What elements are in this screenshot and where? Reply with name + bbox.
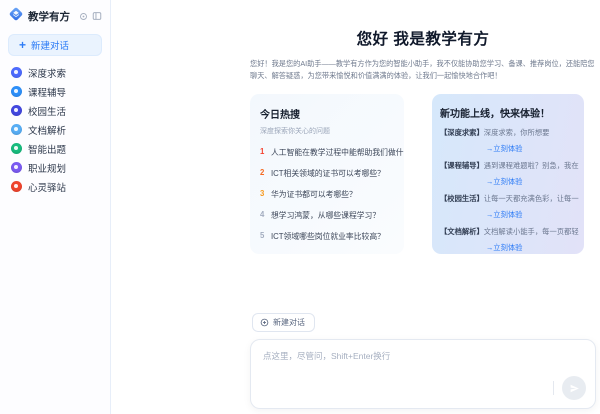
app-window: 教学有方 + 新建对话 深度求索 课程辅导 校园生活 文档解析 智能出题 职业规… <box>0 0 600 414</box>
sidebar-item-label: 智能出题 <box>28 144 67 156</box>
mind-station-icon <box>11 181 22 192</box>
chip-label: 新建对话 <box>273 318 305 327</box>
paper-plane-icon <box>570 384 579 392</box>
collapse-sidebar-icon[interactable] <box>92 11 102 21</box>
career-planning-icon <box>11 162 22 173</box>
sidebar-item-campus-life[interactable]: 校园生活 <box>8 101 102 120</box>
composer: 新建对话 <box>250 313 596 409</box>
feature-desc: 文档解读小能手，每一页都轻... <box>483 227 579 237</box>
try-now-link[interactable]: →立刻体验 <box>486 243 522 253</box>
message-input[interactable] <box>251 340 595 408</box>
sidebar-item-mind-station[interactable]: 心灵驿站 <box>8 177 102 196</box>
hot-item-text: 人工智能在教学过程中能帮助我们做什么？ <box>271 148 404 158</box>
deep-search-icon <box>11 67 22 78</box>
hot-item-text: ICT相关领域的证书可以考哪些？ <box>271 169 385 179</box>
feature-item: 【课程辅导】遇到课程难题啦？别急，我在... →立刻体验 <box>440 161 579 190</box>
plus-circle-icon <box>260 318 269 327</box>
try-now-link[interactable]: →立刻体验 <box>486 177 522 187</box>
greeting-body: 您好！我是您的AI助手——教学有方作为您的智能小助手，我不仅能协助您学习、备课、… <box>250 59 595 80</box>
feature-item: 【文档解析】文档解读小能手，每一页都轻... →立刻体验 <box>440 227 579 254</box>
settings-icon[interactable] <box>78 11 88 21</box>
send-area <box>553 376 586 400</box>
sidebar-item-label: 心灵驿站 <box>28 182 67 194</box>
new-chat-button[interactable]: + 新建对话 <box>8 34 102 56</box>
rank-badge: 1 <box>260 147 265 157</box>
cards-row: 今日热搜 深度探索你关心的问题 1 人工智能在教学过程中能帮助我们做什么？ 2 … <box>250 94 596 255</box>
feature-tag: 【文档解析】 <box>440 227 484 237</box>
hot-search-card: 今日热搜 深度探索你关心的问题 1 人工智能在教学过程中能帮助我们做什么？ 2 … <box>250 94 404 255</box>
new-chat-chip-button[interactable]: 新建对话 <box>252 313 315 332</box>
hot-item-text: ICT领域哪些岗位就业率比较高？ <box>271 232 385 242</box>
hot-item-text: 华为证书都可以考哪些？ <box>271 190 357 200</box>
try-now-link[interactable]: →立刻体验 <box>486 210 522 220</box>
new-features-card: 新功能上线，快来体验！ 【深度求索】深度求索，你所想要 →立刻体验 【课程辅导】… <box>432 94 584 255</box>
sidebar-header: 教学有方 <box>8 7 102 25</box>
campus-life-icon <box>11 105 22 116</box>
feature-card-title: 新功能上线，快来体验！ <box>440 109 550 121</box>
sidebar-item-quiz-generator[interactable]: 智能出题 <box>8 139 102 158</box>
rank-badge: 2 <box>260 168 265 178</box>
hot-list: 1 人工智能在教学过程中能帮助我们做什么？ 2 ICT相关领域的证书可以考哪些？… <box>260 147 404 242</box>
feature-desc: 让每一天都充满色彩，让每一... <box>483 194 579 204</box>
sidebar-item-career-planning[interactable]: 职业规划 <box>8 158 102 177</box>
new-chat-label: 新建对话 <box>31 41 70 52</box>
main-area: 您好 我是教学有方 您好！我是您的AI助手——教学有方作为您的智能小助手，我不仅… <box>111 0 600 414</box>
app-logo-icon <box>8 6 24 27</box>
sidebar-item-course-tutoring[interactable]: 课程辅导 <box>8 82 102 101</box>
feature-item: 【深度求索】深度求索，你所想要 →立刻体验 <box>440 128 579 157</box>
message-input-box <box>250 339 596 409</box>
hot-list-item[interactable]: 3 华为证书都可以考哪些？ <box>260 189 394 200</box>
feature-tag: 【课程辅导】 <box>440 161 484 171</box>
divider <box>553 381 554 395</box>
hot-list-item[interactable]: 2 ICT相关领域的证书可以考哪些？ <box>260 168 394 179</box>
hot-card-title: 今日热搜 <box>260 110 300 122</box>
feature-tag: 【深度求索】 <box>440 128 484 138</box>
feature-desc: 遇到课程难题啦？别急，我在... <box>483 161 579 171</box>
try-now-link[interactable]: →立刻体验 <box>486 144 522 154</box>
hot-list-item[interactable]: 1 人工智能在教学过程中能帮助我们做什么？ <box>260 147 404 158</box>
sidebar-item-label: 文档解析 <box>28 125 67 137</box>
plus-icon: + <box>19 38 27 52</box>
hot-list-item[interactable]: 4 想学习鸿蒙，从哪些课程学习？ <box>260 210 394 221</box>
rank-badge: 5 <box>260 231 265 241</box>
quiz-generator-icon <box>11 143 22 154</box>
course-tutoring-icon <box>11 86 22 97</box>
sidebar: 教学有方 + 新建对话 深度求索 课程辅导 校园生活 文档解析 智能出题 职业规… <box>0 0 111 414</box>
hot-item-text: 想学习鸿蒙，从哪些课程学习？ <box>271 211 381 221</box>
hot-list-item[interactable]: 5 ICT领域哪些岗位就业率比较高？ <box>260 231 394 242</box>
sidebar-item-label: 课程辅导 <box>28 87 67 99</box>
send-button[interactable] <box>562 376 586 400</box>
sidebar-item-label: 职业规划 <box>28 163 67 175</box>
sidebar-menu: 深度求索 课程辅导 校园生活 文档解析 智能出题 职业规划 心灵驿站 <box>8 63 102 196</box>
sidebar-item-doc-analysis[interactable]: 文档解析 <box>8 120 102 139</box>
rank-badge: 3 <box>260 189 265 199</box>
feature-tag: 【校园生活】 <box>440 194 484 204</box>
feature-item: 【校园生活】让每一天都充满色彩，让每一... →立刻体验 <box>440 194 579 223</box>
greeting-title: 您好 我是教学有方 <box>356 31 490 48</box>
sidebar-item-deep-search[interactable]: 深度求索 <box>8 63 102 82</box>
feature-desc: 深度求索，你所想要 <box>483 128 550 138</box>
sidebar-item-label: 校园生活 <box>28 106 67 118</box>
sidebar-item-label: 深度求索 <box>28 68 67 80</box>
app-title: 教学有方 <box>28 10 70 23</box>
main-content: 您好 我是教学有方 您好！我是您的AI助手——教学有方作为您的智能小助手，我不仅… <box>250 0 596 255</box>
rank-badge: 4 <box>260 210 265 220</box>
doc-analysis-icon <box>11 124 22 135</box>
feature-list: 【深度求索】深度求索，你所想要 →立刻体验 【课程辅导】遇到课程难题啦？别急，我… <box>440 128 579 254</box>
hot-card-subtitle: 深度探索你关心的问题 <box>260 128 330 136</box>
